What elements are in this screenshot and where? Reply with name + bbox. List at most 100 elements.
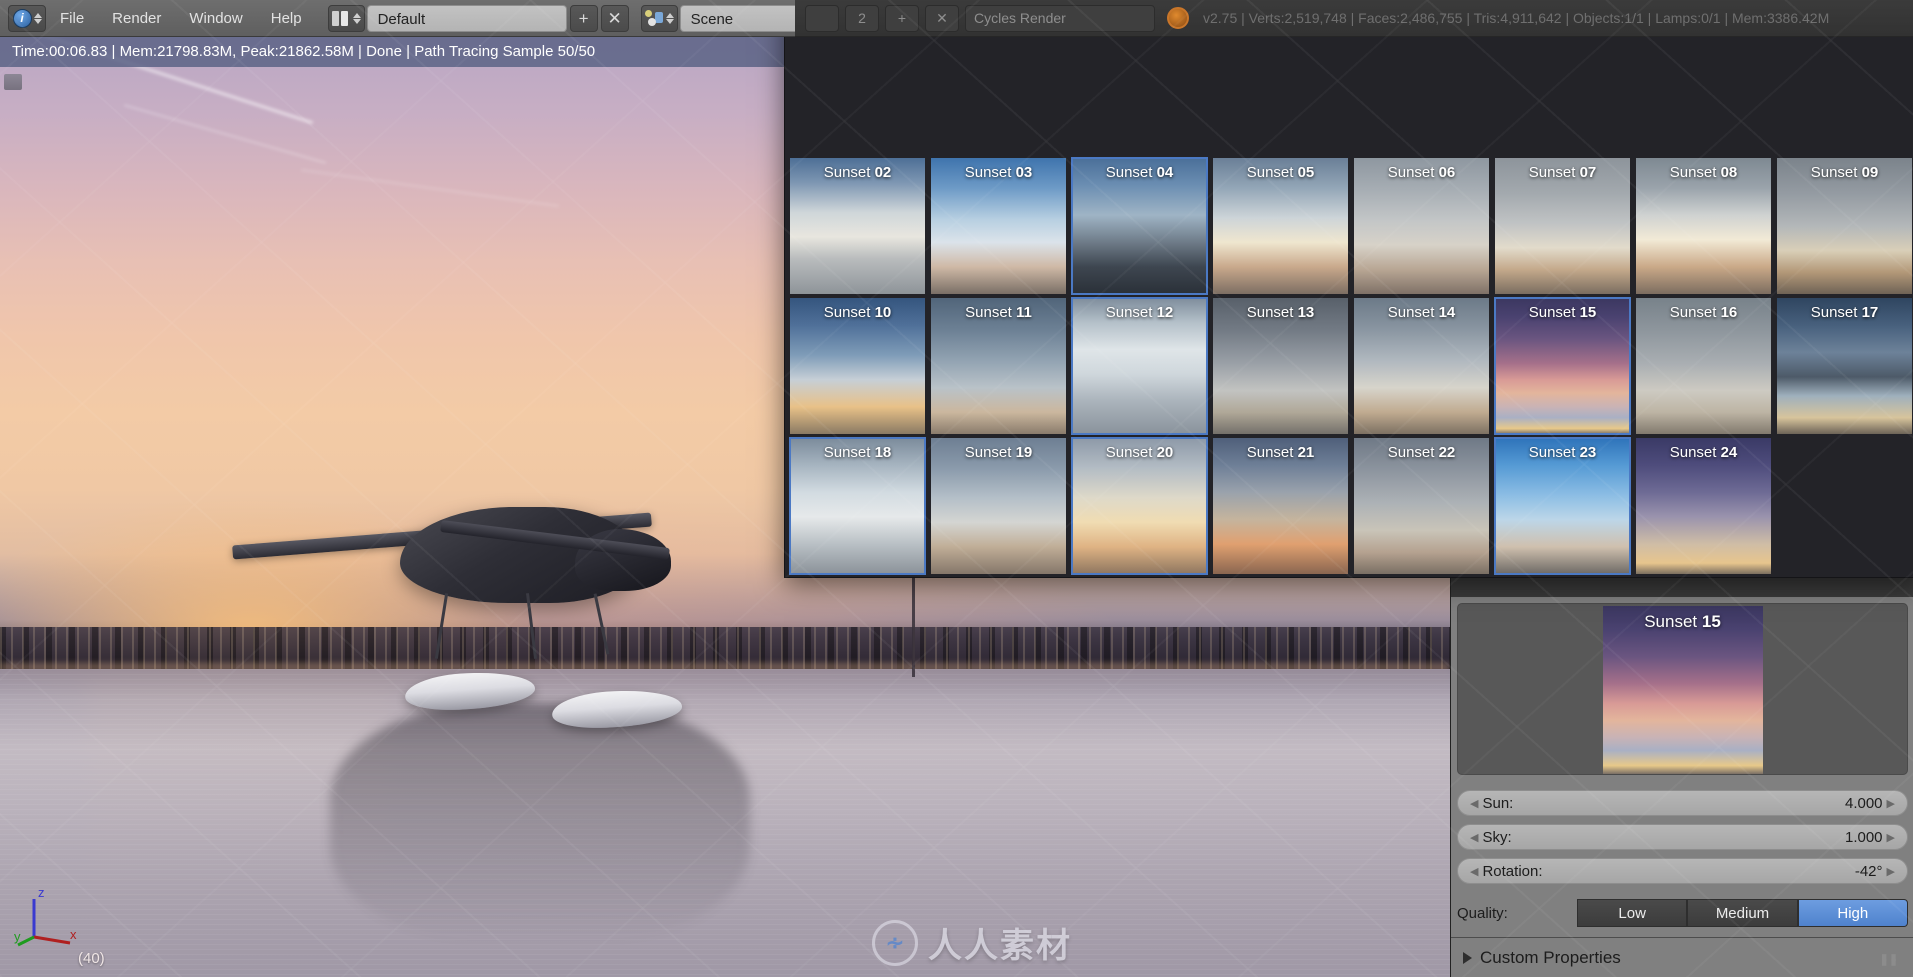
menu-window[interactable]: Window: [175, 0, 256, 37]
add-render-layer-button[interactable]: +: [885, 5, 919, 32]
screen-layout-value[interactable]: Default: [367, 5, 567, 32]
preset-thumbnail-04[interactable]: Sunset 04: [1069, 156, 1210, 296]
thumbnail-image: Sunset 16: [1636, 298, 1771, 434]
preset-thumbnail-15[interactable]: Sunset 15: [1492, 296, 1633, 436]
thumbnail-label-name: Sunset: [1388, 304, 1439, 321]
preset-thumbnail-16[interactable]: Sunset 16: [1633, 296, 1774, 436]
thumbnail-label-name: Sunset: [965, 444, 1016, 461]
thumbnail-label: Sunset 14: [1388, 304, 1456, 434]
preset-thumbnail-08[interactable]: Sunset 08: [1633, 156, 1774, 296]
scene-selector[interactable]: [641, 5, 678, 32]
quality-option-low[interactable]: Low: [1577, 899, 1687, 927]
triangle-right-icon: [1463, 952, 1472, 964]
grip-icon[interactable]: ▖▖▖▖: [1882, 953, 1901, 963]
preset-thumbnail-18[interactable]: Sunset 18: [787, 436, 928, 576]
thumbnail-label-number: 05: [1298, 164, 1315, 181]
thumbnail-label: Sunset 04: [1106, 164, 1174, 294]
preset-thumbnail-21[interactable]: Sunset 21: [1210, 436, 1351, 576]
preset-thumbnail-17[interactable]: Sunset 17: [1774, 296, 1913, 436]
preset-thumbnail-13[interactable]: Sunset 13: [1210, 296, 1351, 436]
thumbnail-label-name: Sunset: [1529, 164, 1580, 181]
preset-thumbnail-12[interactable]: Sunset 12: [1069, 296, 1210, 436]
plane-reflection: [330, 703, 750, 943]
thumbnail-image: Sunset 02: [790, 158, 925, 294]
thumbnail-label-name: Sunset: [1529, 304, 1580, 321]
chevron-right-icon[interactable]: ▶: [1887, 831, 1895, 844]
thumbnail-label: Sunset 15: [1529, 304, 1597, 434]
preset-thumbnail-14[interactable]: Sunset 14: [1351, 296, 1492, 436]
preset-thumbnail-09[interactable]: Sunset 09: [1774, 156, 1913, 296]
render-slot-2[interactable]: 2: [845, 5, 879, 32]
render-engine-selector[interactable]: Cycles Render: [965, 5, 1155, 32]
thumbnail-label: Sunset 02: [824, 164, 892, 294]
thumbnail-label-name: Sunset: [1247, 444, 1298, 461]
thumbnail-label: Sunset 19: [965, 444, 1033, 574]
editor-type-selector[interactable]: i: [8, 5, 46, 32]
thumbnail-label-number: 19: [1016, 444, 1033, 461]
thumbnail-image: Sunset 21: [1213, 438, 1348, 574]
chevron-left-icon[interactable]: ◀: [1470, 797, 1478, 810]
viewport-collapse-icon[interactable]: [4, 74, 22, 90]
preset-thumbnail-10[interactable]: Sunset 10: [787, 296, 928, 436]
chevron-left-icon[interactable]: ◀: [1470, 831, 1478, 844]
preset-thumbnail-23[interactable]: Sunset 23: [1492, 436, 1633, 576]
quality-label: Quality:: [1457, 905, 1577, 922]
thumbnail-label: Sunset 22: [1388, 444, 1456, 574]
preset-thumbnail-03[interactable]: Sunset 03: [928, 156, 1069, 296]
sun-slider[interactable]: ◀ Sun: 4.000 ▶: [1457, 790, 1908, 816]
preset-thumbnail-06[interactable]: Sunset 06: [1351, 156, 1492, 296]
sun-slider-value: 4.000: [1845, 795, 1883, 812]
thumbnail-label: Sunset 23: [1529, 444, 1597, 574]
preset-thumbnail-05[interactable]: Sunset 05: [1210, 156, 1351, 296]
world-preset-popup[interactable]: www.rrcg.cn Sunset 02Sunset 03Sunset 04S…: [784, 0, 1913, 578]
preset-thumbnail-20[interactable]: Sunset 20: [1069, 436, 1210, 576]
thumbnail-label: Sunset 10: [824, 304, 892, 434]
thumbnail-label-name: Sunset: [824, 304, 875, 321]
info-editor-icon: i: [13, 9, 32, 28]
axis-gizmo-icon: z x y: [14, 885, 84, 955]
preset-thumbnail-19[interactable]: Sunset 19: [928, 436, 1069, 576]
thumbnail-image: Sunset 05: [1213, 158, 1348, 294]
preset-thumbnail-22[interactable]: Sunset 22: [1351, 436, 1492, 576]
world-preview-box[interactable]: Sunset 15: [1457, 603, 1908, 775]
preset-thumbnail-07[interactable]: Sunset 07: [1492, 156, 1633, 296]
sky-slider[interactable]: ◀ Sky: 1.000 ▶: [1457, 824, 1908, 850]
screen-layout-selector[interactable]: [328, 5, 365, 32]
menu-render[interactable]: Render: [98, 0, 175, 37]
quality-option-medium[interactable]: Medium: [1687, 899, 1797, 927]
thumbnail-label: Sunset 20: [1106, 444, 1174, 574]
remove-render-layer-button[interactable]: ✕: [925, 5, 959, 32]
thumbnail-label-number: 14: [1439, 304, 1456, 321]
thumbnail-label-name: Sunset: [1247, 164, 1298, 181]
thumbnail-image: Sunset 13: [1213, 298, 1348, 434]
world-preview-thumbnail[interactable]: Sunset 15: [1603, 606, 1763, 774]
thumbnail-image: Sunset 11: [931, 298, 1066, 434]
thumbnail-image: Sunset 18: [790, 438, 925, 574]
thumbnail-label: Sunset 18: [824, 444, 892, 574]
menu-help[interactable]: Help: [257, 0, 316, 37]
chevron-right-icon[interactable]: ▶: [1887, 865, 1895, 878]
chevron-right-icon[interactable]: ▶: [1887, 797, 1895, 810]
thumbnail-image: Sunset 04: [1072, 158, 1207, 294]
preset-thumbnail-11[interactable]: Sunset 11: [928, 296, 1069, 436]
preset-thumbnail-02[interactable]: Sunset 02: [787, 156, 928, 296]
quality-option-high[interactable]: High: [1798, 899, 1908, 927]
custom-properties-section[interactable]: Custom Properties ▖▖▖▖: [1451, 937, 1913, 977]
preset-thumbnail-24[interactable]: Sunset 24: [1633, 436, 1774, 576]
thumbnail-label: Sunset 21: [1247, 444, 1315, 574]
chevron-left-icon[interactable]: ◀: [1470, 865, 1478, 878]
rotation-slider[interactable]: ◀ Rotation: -42° ▶: [1457, 858, 1908, 884]
thumbnail-label-name: Sunset: [824, 444, 875, 461]
thumbnail-label-number: 06: [1439, 164, 1456, 181]
delete-screen-layout-button[interactable]: ✕: [601, 5, 629, 32]
thumbnail-image: Sunset 17: [1777, 298, 1912, 434]
thumbnail-label-name: Sunset: [1106, 304, 1157, 321]
chevron-updown-icon: [34, 13, 42, 24]
thumbnail-label-number: 09: [1862, 164, 1879, 181]
thumbnail-label: Sunset 06: [1388, 164, 1456, 294]
topbar-right-section: 2 + ✕ Cycles Render v2.75 | Verts:2,519,…: [795, 0, 1913, 37]
thumbnail-label: Sunset 07: [1529, 164, 1597, 294]
menu-file[interactable]: File: [46, 0, 98, 37]
render-slot-1[interactable]: [805, 5, 839, 32]
add-screen-layout-button[interactable]: +: [570, 5, 598, 32]
